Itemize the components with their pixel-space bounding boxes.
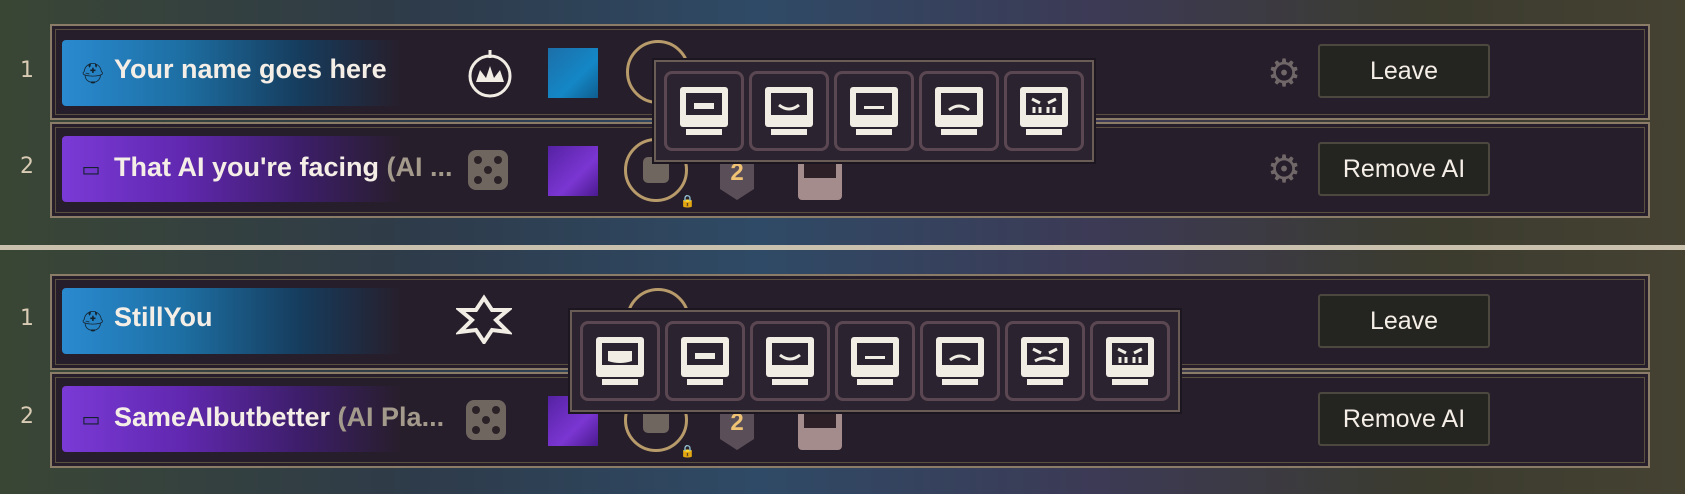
ai-face-option[interactable] (919, 71, 999, 151)
ai-difficulty-picker (570, 310, 1180, 412)
player-color-band (62, 288, 402, 354)
ai-face-option[interactable] (1090, 321, 1170, 401)
seat-number: 2 (20, 154, 34, 179)
frown-face-icon (936, 337, 984, 385)
smile-face-icon (766, 337, 814, 385)
random-faction-dice-icon[interactable] (468, 150, 508, 190)
ai-face-option[interactable] (750, 321, 830, 401)
color-swatch[interactable] (548, 146, 598, 196)
ai-face-option[interactable] (835, 321, 915, 401)
ai-face-option[interactable] (664, 71, 744, 151)
seat-number: 1 (20, 58, 34, 83)
player-name: StillYou (114, 302, 213, 332)
leave-button[interactable]: Leave (1318, 294, 1490, 348)
frown-face-icon (935, 87, 983, 135)
remove-ai-button[interactable]: Remove AI (1318, 392, 1490, 446)
computer-icon: ▭ (81, 407, 101, 431)
angry-face-icon (1020, 87, 1068, 135)
furious-face-icon (1106, 337, 1154, 385)
neutral-face-icon (851, 337, 899, 385)
player-name: That AI you're facing (AI ... (114, 152, 453, 182)
happy-face-icon (681, 337, 729, 385)
player-name: Your name goes here (114, 54, 387, 84)
angry-face-icon (1021, 337, 1069, 385)
remove-ai-button[interactable]: Remove AI (1318, 142, 1490, 196)
smile-face-icon (765, 87, 813, 135)
neutral-face-icon (850, 87, 898, 135)
ai-face-option[interactable] (920, 321, 1000, 401)
ai-face-option[interactable] (749, 71, 829, 151)
faction-crown-icon[interactable] (462, 48, 518, 98)
color-swatch[interactable] (548, 48, 598, 98)
ai-face-option[interactable] (834, 71, 914, 151)
leave-button[interactable]: Leave (1318, 44, 1490, 98)
ai-face-option[interactable] (1004, 71, 1084, 151)
faction-star-icon[interactable] (456, 294, 512, 344)
ai-face-option[interactable] (580, 321, 660, 401)
happy-face-icon (680, 87, 728, 135)
ai-face-option[interactable] (1005, 321, 1085, 401)
lock-icon: 🔒 (680, 444, 695, 458)
lobby-panel-bottom: 1 ⛑ StillYou Leave 2 ▭ SameAIbutbetter (… (0, 250, 1685, 494)
random-faction-dice-icon[interactable] (466, 400, 506, 440)
lock-icon: 🔒 (680, 194, 695, 208)
helmet-icon: ⛑ (80, 61, 106, 85)
grin-face-icon (596, 337, 644, 385)
lobby-panel-top: 1 ⛑ Your name goes here ⚙ Leave 2 ▭ That… (0, 0, 1685, 245)
ai-difficulty-picker (654, 60, 1094, 162)
gear-icon[interactable]: ⚙ (1265, 54, 1303, 92)
gear-icon[interactable]: ⚙ (1265, 150, 1303, 188)
seat-number: 2 (20, 404, 34, 429)
ai-face-option[interactable] (665, 321, 745, 401)
player-name: SameAIbutbetter (AI Pla... (114, 402, 445, 432)
helmet-icon: ⛑ (80, 309, 106, 333)
computer-icon: ▭ (81, 157, 101, 181)
seat-number: 1 (20, 306, 34, 331)
